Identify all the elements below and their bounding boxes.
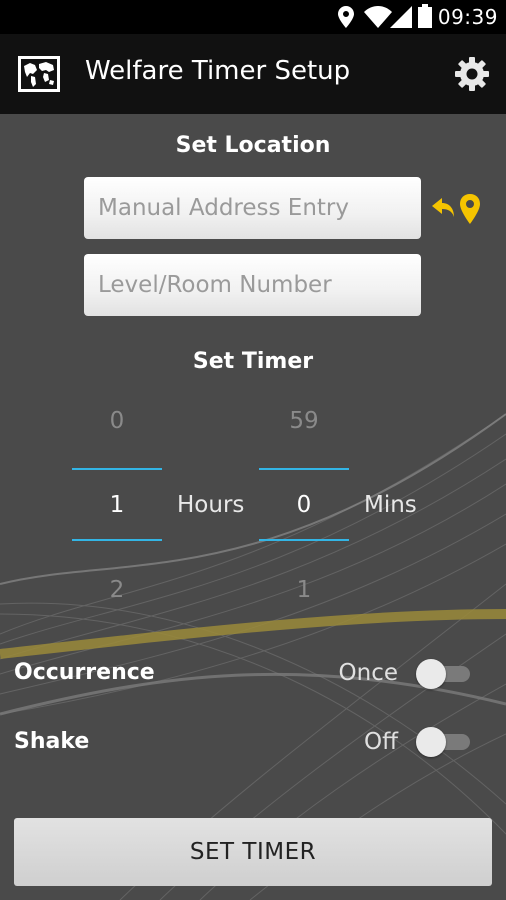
address-input[interactable] — [84, 177, 421, 239]
hours-unit-label: Hours — [177, 492, 245, 518]
reply-location-pin-icon[interactable] — [430, 192, 484, 226]
wifi-icon — [364, 6, 392, 28]
minutes-divider-bottom — [259, 539, 349, 541]
hours-next-value[interactable]: 2 — [72, 577, 162, 603]
status-bar: 09:39 — [0, 0, 506, 34]
hours-prev-value[interactable]: 0 — [72, 408, 162, 434]
gear-icon[interactable] — [454, 56, 490, 92]
minutes-next-value[interactable]: 1 — [259, 577, 349, 603]
minutes-prev-value[interactable]: 59 — [259, 408, 349, 434]
action-bar: Welfare Timer Setup — [0, 34, 506, 114]
status-time: 09:39 — [437, 5, 498, 29]
set-timer-button[interactable]: SET TIMER — [14, 818, 492, 886]
room-number-input[interactable] — [84, 254, 421, 316]
signal-icon — [390, 6, 412, 28]
minutes-selected-value[interactable]: 0 — [259, 492, 349, 518]
hours-selected-value[interactable]: 1 — [72, 492, 162, 518]
shake-label: Shake — [14, 729, 90, 754]
shake-toggle-thumb — [416, 727, 446, 757]
minutes-unit-label: Mins — [364, 492, 417, 518]
minutes-divider-top — [259, 468, 349, 470]
battery-icon — [418, 4, 432, 28]
occurrence-toggle[interactable] — [416, 659, 472, 689]
location-icon — [338, 6, 354, 28]
set-location-heading: Set Location — [175, 133, 331, 158]
occurrence-value: Once — [338, 660, 398, 686]
page-title: Welfare Timer Setup — [85, 56, 351, 86]
occurrence-toggle-thumb — [416, 659, 446, 689]
world-map-icon[interactable] — [18, 56, 60, 92]
hours-divider-bottom — [72, 539, 162, 541]
occurrence-label: Occurrence — [14, 660, 155, 685]
shake-toggle[interactable] — [416, 727, 472, 757]
shake-value: Off — [364, 729, 398, 755]
hours-divider-top — [72, 468, 162, 470]
set-timer-heading: Set Timer — [192, 349, 314, 374]
